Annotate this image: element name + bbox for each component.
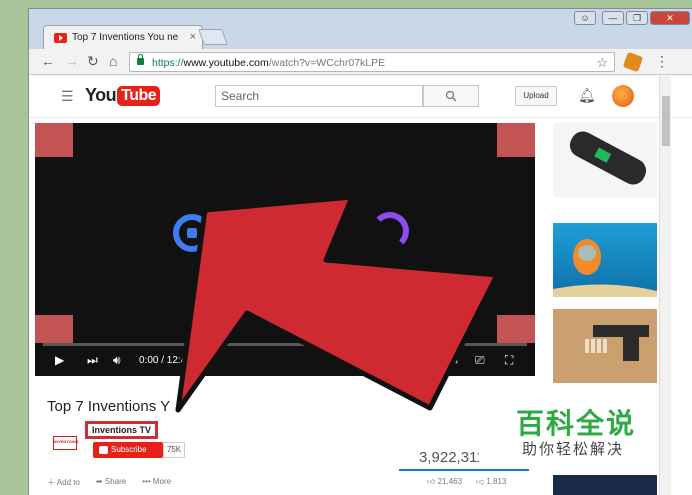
dislike-count: 1,813 xyxy=(486,477,507,486)
add-to-button[interactable]: ＋ Add to xyxy=(47,477,80,488)
related-video-thumbnail[interactable] xyxy=(553,309,657,383)
youtube-logo[interactable]: You Tube xyxy=(85,85,161,106)
title-bar: Top 7 Inventions You ne × ☺ — ❐ ✕ xyxy=(29,9,692,50)
thumbs-up-icon: 👍︎ xyxy=(427,477,438,486)
bookmark-star-icon[interactable]: ☆ xyxy=(596,55,608,71)
corner-accent xyxy=(35,315,73,343)
volume-icon[interactable]: 🔊︎ xyxy=(113,353,121,368)
more-label: More xyxy=(152,477,172,486)
subscribe-label: Subscribe xyxy=(111,445,147,454)
related-video-thumbnail[interactable] xyxy=(553,475,657,495)
avatar[interactable] xyxy=(612,85,634,107)
corner-accent xyxy=(35,123,73,157)
related-video-thumbnail[interactable] xyxy=(553,123,657,197)
upload-button[interactable]: Upload xyxy=(515,86,557,106)
channel-logo-text: INVENTIONS xyxy=(54,439,79,444)
cast-icon[interactable]: ⎚ xyxy=(475,353,485,368)
logo-tube: Tube xyxy=(117,85,161,106)
time-display: 0:00 / 12:42 xyxy=(139,355,192,366)
address-bar[interactable]: https://www.youtube.com/watch?v=WCchr07k… xyxy=(129,52,615,72)
red-ring-graphic xyxy=(219,214,257,252)
url-scheme: https:// xyxy=(152,57,184,69)
home-button[interactable]: ⌂ xyxy=(109,53,117,69)
tab-title: Top 7 Inventions You ne xyxy=(72,32,179,43)
thumbs-down-icon: 👎︎ xyxy=(476,477,487,486)
plus-icon: ＋ xyxy=(47,478,57,487)
like-dislike: 👍︎ 21,463 👎︎ 1,813 xyxy=(427,477,506,487)
pistol-thumbnail xyxy=(585,325,649,361)
page-scrollbar[interactable] xyxy=(659,76,671,495)
purple-arc-graphic xyxy=(371,212,409,250)
search-button[interactable] xyxy=(423,85,479,107)
add-to-label: Add to xyxy=(56,478,80,487)
ring-center xyxy=(233,228,243,238)
channel-name-link[interactable]: Inventions TV xyxy=(85,421,159,439)
ring-center xyxy=(279,228,289,238)
url-host: www.youtube.com xyxy=(183,57,269,69)
subscribe-play-icon xyxy=(99,446,108,454)
like-count: 21,463 xyxy=(437,477,463,486)
watermark-main: 百科全说 xyxy=(516,408,637,439)
new-tab-button[interactable] xyxy=(198,29,228,45)
dislike-button[interactable]: 👎︎ 1,813 xyxy=(476,477,506,487)
related-video-thumbnail[interactable] xyxy=(553,223,657,297)
fullscreen-icon[interactable]: ⛶ xyxy=(505,353,513,368)
like-ratio-bar xyxy=(399,469,529,471)
video-actions: ＋ Add to ➦ Share ••• More xyxy=(47,477,171,488)
user-profile-icon[interactable]: ☺ xyxy=(574,11,596,25)
search-icon xyxy=(445,90,457,102)
channel-logo-icon[interactable]: INVENTIONS xyxy=(51,430,79,452)
subscribe-button[interactable]: Subscribe xyxy=(93,442,163,458)
video-info: Top 7 Inventions Y INVENTIONS Inventions… xyxy=(29,376,539,495)
watermark: 百科全说 助你轻松解决 xyxy=(512,398,652,464)
play-icon[interactable]: ▶ xyxy=(55,353,64,367)
browser-menu-icon[interactable]: ⋮ xyxy=(655,53,669,70)
green-ring-graphic xyxy=(265,214,303,252)
corner-accent xyxy=(497,123,535,157)
more-button[interactable]: ••• More xyxy=(142,477,171,488)
browser-tab[interactable]: Top 7 Inventions You ne × xyxy=(43,25,203,50)
tab-close-icon[interactable]: × xyxy=(190,31,196,43)
share-label: Share xyxy=(104,477,127,486)
diver-thumbnail xyxy=(553,239,657,297)
subscriber-count: 75K xyxy=(163,442,185,458)
browser-toolbar: ← → ↻ ⌂ https://www.youtube.com/watch?v=… xyxy=(29,49,692,75)
forward-button[interactable]: → xyxy=(65,53,79,69)
url-text[interactable]: https://www.youtube.com/watch?v=WCchr07k… xyxy=(152,57,385,69)
lock-icon xyxy=(137,54,144,65)
theater-mode-icon[interactable]: ▭ xyxy=(447,353,458,367)
progress-bar[interactable] xyxy=(43,343,527,346)
search-input[interactable]: Search xyxy=(215,85,423,107)
reload-button[interactable]: ↻ xyxy=(87,53,99,70)
logo-you: You xyxy=(85,85,117,105)
corner-accent xyxy=(497,315,535,343)
minimize-button[interactable]: — xyxy=(602,11,624,25)
video-title: Top 7 Inventions Y xyxy=(47,398,171,415)
next-icon[interactable]: ⏭ xyxy=(87,353,98,368)
youtube-header: ☰ You Tube Search Upload 🔔︎ xyxy=(29,76,692,118)
more-dots-icon: ••• xyxy=(142,477,153,486)
close-window-button[interactable]: ✕ xyxy=(650,11,690,25)
url-path: /watch?v=WCchr07kLPE xyxy=(268,57,386,69)
extension-icon[interactable] xyxy=(622,51,644,73)
settings-gear-icon[interactable]: ⚙ xyxy=(419,353,430,367)
player-controls: ▶ ⏭ 🔊︎ 0:00 / 12:42 ⚙ ▭ ⎚ ⛶ xyxy=(35,348,535,376)
skateboard-gadget-thumbnail xyxy=(569,131,647,185)
blue-ring-graphic xyxy=(173,214,211,252)
youtube-favicon-icon xyxy=(54,33,67,43)
hamburger-menu-icon[interactable]: ☰ xyxy=(61,88,74,105)
watermark-sub: 助你轻松解决 xyxy=(522,441,625,458)
video-player[interactable]: ▶ ⏭ 🔊︎ 0:00 / 12:42 ⚙ ▭ ⎚ ⛶ xyxy=(35,123,535,376)
back-button[interactable]: ← xyxy=(41,53,55,69)
share-arrow-icon: ➦ xyxy=(95,477,105,486)
window-controls: ☺ — ❐ ✕ xyxy=(574,11,690,25)
maximize-button[interactable]: ❐ xyxy=(626,11,648,25)
like-button[interactable]: 👍︎ 21,463 xyxy=(427,477,462,487)
ring-center xyxy=(187,228,197,238)
share-button[interactable]: ➦ Share xyxy=(96,477,126,488)
notifications-bell-icon[interactable]: 🔔︎ xyxy=(578,87,596,104)
view-count: 3,922,311 vi xyxy=(419,449,479,466)
scrollbar-thumb[interactable] xyxy=(662,96,670,146)
